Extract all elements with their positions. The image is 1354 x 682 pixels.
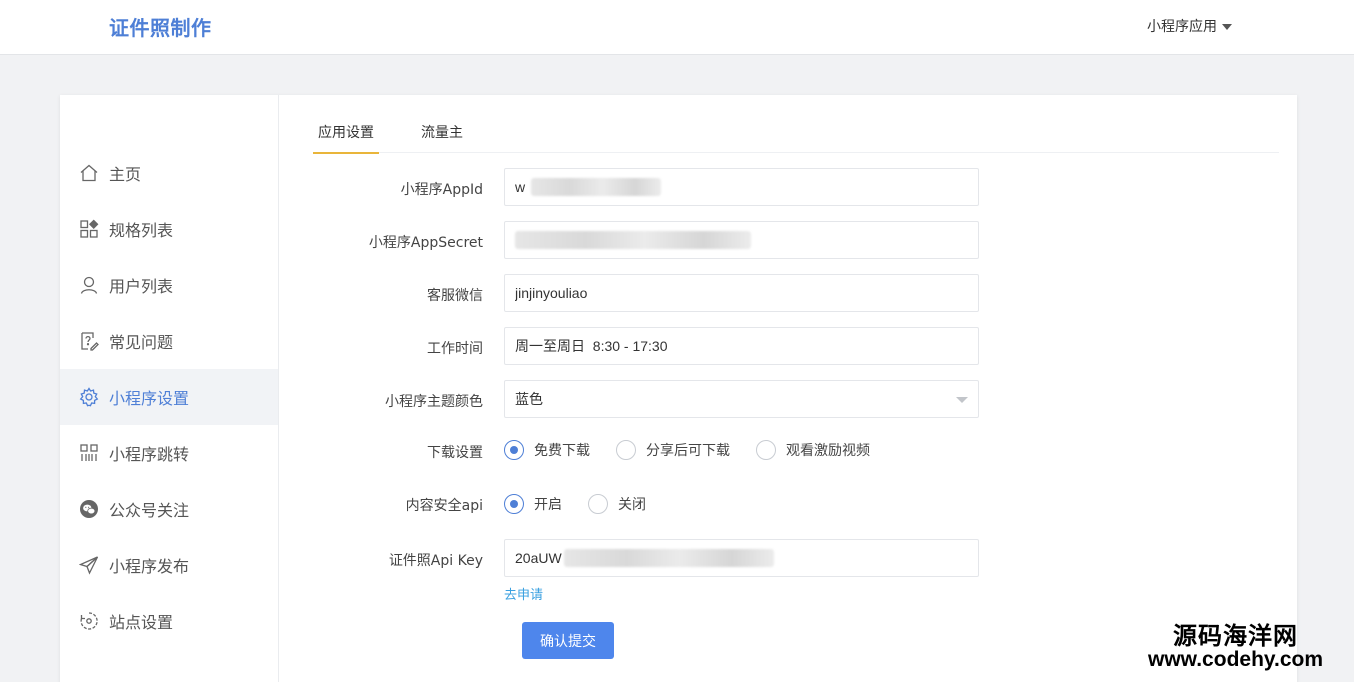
theme-color-label: 小程序主题颜色 (385, 394, 483, 410)
radio-checked-icon (504, 440, 524, 460)
work-time-label: 工作时间 (427, 341, 483, 357)
appid-label: 小程序AppId (400, 182, 483, 198)
settings-content: 应用设置 流量主 小程序AppId w 小程序AppSecret 客服微信 工作… (280, 95, 1297, 682)
radio-label: 免费下载 (534, 443, 590, 459)
appid-value: w (515, 179, 526, 195)
sidebar-item-label: 小程序跳转 (109, 445, 190, 464)
watermark-title: 源码海洋网 (1173, 622, 1299, 650)
theme-color-select[interactable]: 蓝色 (504, 380, 979, 418)
radio-unchecked-icon (616, 440, 636, 460)
caret-down-icon (1222, 23, 1232, 30)
paper-plane-icon (78, 554, 100, 576)
radio-unchecked-icon (756, 440, 776, 460)
sidebar-item-label: 规格列表 (109, 221, 174, 240)
tab-traffic-owner[interactable]: 流量主 (416, 122, 468, 153)
content-security-option-off[interactable]: 关闭 (588, 494, 646, 514)
download-option-share[interactable]: 分享后可下载 (616, 440, 730, 460)
chevron-down-icon (956, 397, 968, 403)
radio-checked-icon (504, 494, 524, 514)
sidebar-item-miniprogram-settings[interactable]: 小程序设置 (60, 369, 278, 425)
content-security-option-on[interactable]: 开启 (504, 494, 562, 514)
sidebar-item-label: 站点设置 (109, 613, 174, 632)
redacted-blur (515, 231, 751, 249)
sidebar: 主页 规格列表 用户列表 常见问题 小程序设置 小程序跳转 公众号关注 小程序发… (60, 95, 279, 682)
sidebar-item-label: 小程序设置 (109, 389, 190, 408)
appsecret-label: 小程序AppSecret (368, 235, 483, 251)
api-key-label: 证件照Api Key (388, 553, 483, 569)
download-radio-group: 免费下载 分享后可下载 观看激励视频 (504, 440, 896, 460)
radio-label: 开启 (534, 497, 562, 513)
content-security-radio-group: 开启 关闭 (504, 494, 672, 514)
redacted-blur (531, 178, 662, 196)
service-wechat-input[interactable] (504, 274, 979, 312)
appsecret-input[interactable] (504, 221, 979, 259)
app-menu-dropdown[interactable]: 小程序应用 (1147, 16, 1232, 36)
tab-bar: 应用设置 流量主 (313, 95, 1279, 154)
sidebar-item-label: 小程序发布 (109, 557, 190, 576)
sidebar-item-specs[interactable]: 规格列表 (60, 201, 278, 257)
content-security-label: 内容安全api (405, 498, 483, 514)
main-card: 主页 规格列表 用户列表 常见问题 小程序设置 小程序跳转 公众号关注 小程序发… (60, 95, 1297, 682)
service-wechat-field[interactable] (515, 285, 978, 301)
question-doc-icon (78, 330, 100, 352)
radio-label: 分享后可下载 (646, 443, 730, 459)
sidebar-item-site-settings[interactable]: 站点设置 (60, 593, 278, 649)
sidebar-item-miniprogram-jump[interactable]: 小程序跳转 (60, 425, 278, 481)
sidebar-item-home[interactable]: 主页 (60, 145, 278, 201)
app-menu-label: 小程序应用 (1147, 19, 1217, 35)
service-wechat-label: 客服微信 (427, 288, 483, 304)
sidebar-item-publish[interactable]: 小程序发布 (60, 537, 278, 593)
download-option-free[interactable]: 免费下载 (504, 440, 590, 460)
api-key-input[interactable]: 20aUW (504, 539, 979, 577)
radio-unchecked-icon (588, 494, 608, 514)
watermark-url: www.codehy.com (1148, 648, 1324, 672)
top-bar: 证件照制作 小程序应用 (0, 0, 1354, 55)
apps-icon (78, 442, 100, 464)
brand-title: 证件照制作 (109, 16, 212, 40)
theme-color-value: 蓝色 (515, 391, 543, 407)
radio-label: 观看激励视频 (786, 443, 870, 459)
sidebar-item-label: 主页 (109, 165, 142, 184)
sidebar-item-label: 用户列表 (109, 277, 174, 296)
redacted-blur (563, 549, 774, 567)
tab-app-settings[interactable]: 应用设置 (313, 122, 379, 154)
home-icon (78, 162, 100, 184)
work-time-field[interactable] (515, 338, 978, 354)
grid-icon (78, 218, 100, 240)
apply-link[interactable]: 去申请 (504, 584, 543, 603)
submit-button[interactable]: 确认提交 (522, 622, 614, 659)
work-time-input[interactable] (504, 327, 979, 365)
api-key-value: 20aUW (515, 550, 562, 566)
radio-label: 关闭 (618, 497, 646, 513)
download-label: 下载设置 (427, 445, 483, 461)
gear-icon (78, 386, 100, 408)
sidebar-item-users[interactable]: 用户列表 (60, 257, 278, 313)
sidebar-item-official-account[interactable]: 公众号关注 (60, 481, 278, 537)
wechat-icon (78, 498, 100, 520)
download-option-video[interactable]: 观看激励视频 (756, 440, 870, 460)
sidebar-item-faq[interactable]: 常见问题 (60, 313, 278, 369)
site-settings-icon (78, 610, 100, 632)
appid-input[interactable]: w (504, 168, 979, 206)
sidebar-item-label: 常见问题 (109, 333, 174, 352)
user-icon (78, 274, 100, 296)
site-watermark: 源码海洋网 www.codehy.com (1148, 622, 1324, 672)
sidebar-item-label: 公众号关注 (109, 501, 190, 520)
